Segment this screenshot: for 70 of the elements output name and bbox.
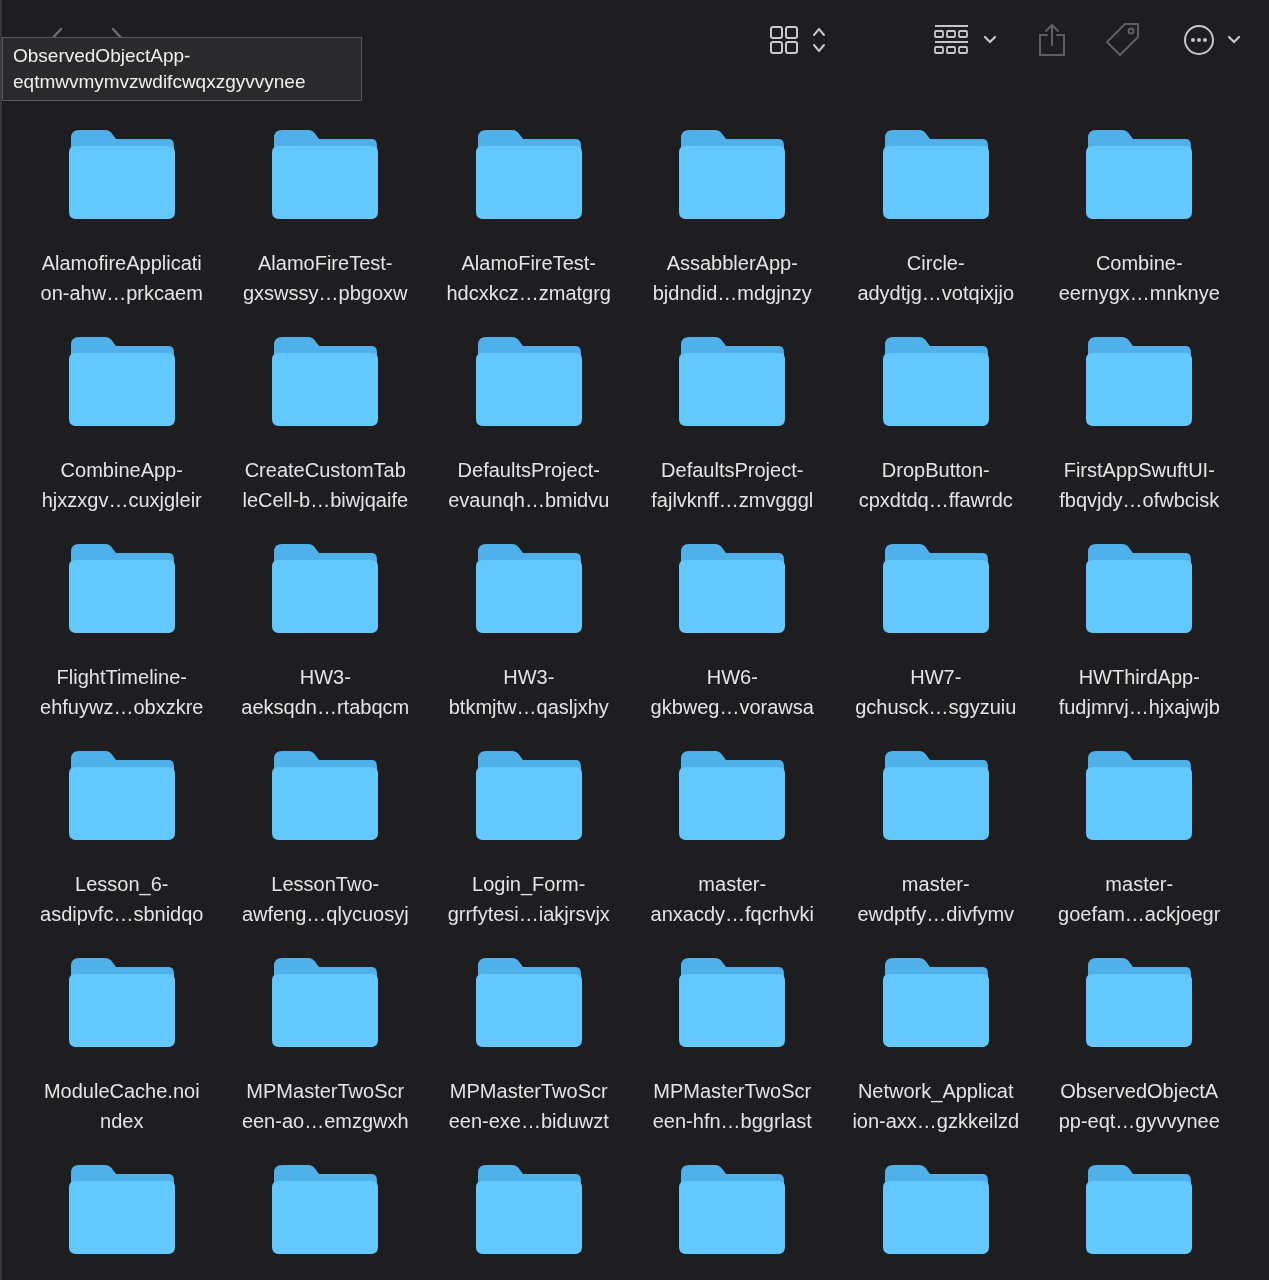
folder-icon[interactable] bbox=[66, 128, 177, 220]
folder-name[interactable]: Login_Form- grrfytesi…iakjrsvjx bbox=[447, 869, 610, 929]
folder-icon[interactable] bbox=[66, 1163, 177, 1255]
folder-name[interactable]: DefaultsProject- evaunqh…bmidvu bbox=[448, 455, 610, 515]
folder-icon[interactable] bbox=[270, 956, 381, 1048]
folder-name[interactable]: AlamoFireTest- gxswssy…pbgoxw bbox=[243, 248, 408, 308]
folder-icon[interactable] bbox=[473, 335, 584, 427]
tooltip: ObservedObjectApp- eqtmwvmymvzwdifcwqxzgyvvynee bbox=[2, 37, 362, 101]
folder-name[interactable]: HW6- gkbweg…vorawsa bbox=[650, 662, 814, 722]
folder-name[interactable]: CombineApp- hjxzxgv…cuxjgleir bbox=[41, 455, 202, 515]
folder-icon[interactable] bbox=[473, 128, 584, 220]
folder-icon[interactable] bbox=[1084, 128, 1195, 220]
folder-icon[interactable] bbox=[1084, 542, 1195, 634]
folder-icon[interactable] bbox=[880, 1163, 991, 1255]
folder-name[interactable]: MPMasterTwoScr een-exe…biduwzt bbox=[448, 1076, 609, 1136]
folder-name[interactable]: MPMasterTwoScr een-hfn…bggrlast bbox=[652, 1076, 812, 1136]
folder-name[interactable]: Combine- eernygx…mnknye bbox=[1058, 248, 1220, 308]
folder-icon[interactable] bbox=[270, 542, 381, 634]
folder-name[interactable]: Circle- adydtjg…votqixjjo bbox=[857, 248, 1015, 308]
folder-icon[interactable] bbox=[677, 335, 788, 427]
folder-icon[interactable] bbox=[880, 956, 991, 1048]
folder-name[interactable]: AlamoFireTest- hdcxkcz…zmatgrg bbox=[446, 248, 611, 308]
folder-icon[interactable] bbox=[270, 1163, 381, 1255]
folder-icon[interactable] bbox=[880, 335, 991, 427]
folder-icon[interactable] bbox=[473, 542, 584, 634]
folder-name[interactable]: ObservedObjectA pp-eqt…gyvvynee bbox=[1058, 1076, 1220, 1136]
folder-name[interactable]: DefaultsProject- fajlvknff…zmvgggl bbox=[651, 455, 814, 515]
folder-icon[interactable] bbox=[66, 542, 177, 634]
folder-name[interactable]: master- ewdptfy…divfymv bbox=[857, 869, 1015, 929]
folder-name[interactable]: AlamofireApplicati on-ahw…prkcaem bbox=[40, 248, 203, 308]
folder-icon[interactable] bbox=[677, 1163, 788, 1255]
folder-icon[interactable] bbox=[880, 128, 991, 220]
folder-icon[interactable] bbox=[473, 956, 584, 1048]
folder-icon[interactable] bbox=[473, 1163, 584, 1255]
folder-name[interactable]: HWThirdApp- fudjmrvj…hjxajwjb bbox=[1058, 662, 1220, 722]
folder-name[interactable]: ModuleCache.noi ndex bbox=[43, 1076, 200, 1136]
folder-icon[interactable] bbox=[1084, 1163, 1195, 1255]
folder-icon[interactable] bbox=[677, 128, 788, 220]
share-icon[interactable] bbox=[1037, 23, 1067, 57]
folder-icon[interactable] bbox=[473, 749, 584, 841]
folder-icon[interactable] bbox=[677, 956, 788, 1048]
folder-name[interactable]: HW3- btkmjtw…qasljxhy bbox=[448, 662, 609, 722]
folder-name[interactable]: AssabblerApp- bjdndid…mdgjnzy bbox=[652, 248, 812, 308]
folder-name[interactable]: FlightTimeline- ehfuywz…obxzkre bbox=[40, 662, 204, 722]
folder-icon[interactable] bbox=[270, 128, 381, 220]
tag-icon[interactable] bbox=[1105, 22, 1141, 58]
folder-icon[interactable] bbox=[1084, 335, 1195, 427]
folder-name[interactable]: HW7- gchusck…sgyzuiu bbox=[855, 662, 1017, 722]
folder-name[interactable]: Network_Applicat ion-axx…gzkkeilzd bbox=[852, 1076, 1020, 1136]
folder-icon[interactable] bbox=[677, 749, 788, 841]
folder-icon[interactable] bbox=[1084, 749, 1195, 841]
folder-icon[interactable] bbox=[66, 335, 177, 427]
folder-icon[interactable] bbox=[270, 335, 381, 427]
folder-name[interactable]: MPMasterTwoScr een-ao…emzgwxh bbox=[241, 1076, 409, 1136]
group-icon[interactable] bbox=[933, 24, 999, 56]
folder-name[interactable]: HW3- aeksqdn…rtabqcm bbox=[241, 662, 410, 722]
folder-icon[interactable] bbox=[270, 749, 381, 841]
folder-name[interactable]: master- anxacdy…fqcrhvki bbox=[650, 869, 814, 929]
folder-name[interactable]: Lesson_6- asdipvfc…sbnidqo bbox=[40, 869, 204, 929]
folder-name[interactable]: CreateCustomTab leCell-b…biwjqaife bbox=[242, 455, 409, 515]
folder-icon[interactable] bbox=[677, 542, 788, 634]
folder-name[interactable]: DropButton- cpxdtdq…ffawrdc bbox=[858, 455, 1013, 515]
folder-icon[interactable] bbox=[66, 956, 177, 1048]
folder-name[interactable]: FirstAppSwuftUI- fbqvjdy…ofwbcisk bbox=[1059, 455, 1220, 515]
folder-icon[interactable] bbox=[1084, 956, 1195, 1048]
folder-icon[interactable] bbox=[880, 542, 991, 634]
folder-icon[interactable] bbox=[66, 749, 177, 841]
folder-icon[interactable] bbox=[880, 749, 991, 841]
folder-name[interactable]: master- goefam…ackjoegr bbox=[1058, 869, 1221, 929]
folder-name[interactable]: LessonTwo- awfeng…qlycuosyj bbox=[241, 869, 409, 929]
